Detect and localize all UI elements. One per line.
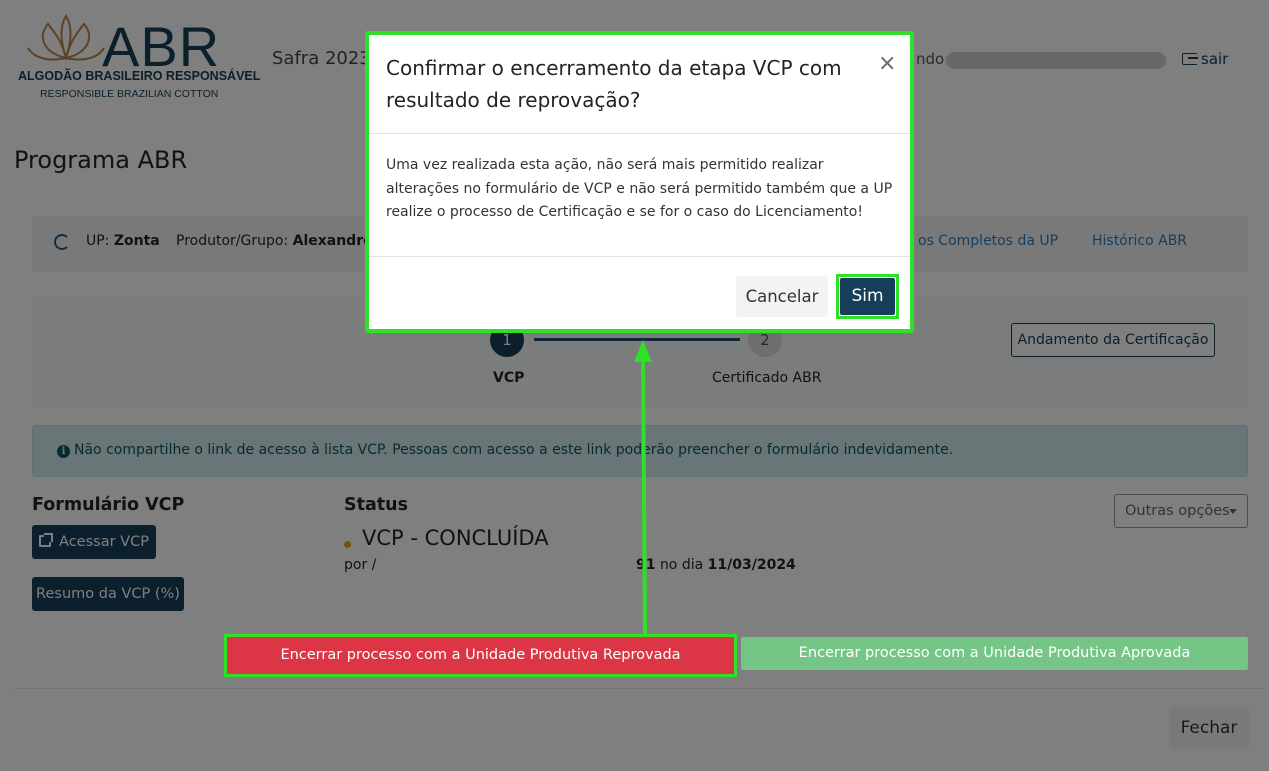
sim-button[interactable]: Sim bbox=[840, 278, 895, 315]
dialog-header-divider bbox=[369, 133, 910, 134]
encerrar-aprovada-button-visible[interactable]: Encerrar processo com a Unidade Produtiv… bbox=[741, 637, 1248, 670]
dialog-title: Confirmar o encerramento da etapa VCP co… bbox=[386, 56, 842, 112]
dialog-footer-divider bbox=[369, 256, 910, 257]
dialog-body: Uma vez realizada esta ação, não será ma… bbox=[386, 157, 893, 220]
sim-button-highlight: Sim bbox=[836, 274, 899, 319]
close-icon[interactable]: × bbox=[878, 53, 896, 75]
confirm-dialog: Confirmar o encerramento da etapa VCP co… bbox=[365, 31, 914, 333]
cancelar-button[interactable]: Cancelar bbox=[736, 276, 828, 317]
highlight-frame bbox=[224, 634, 737, 677]
